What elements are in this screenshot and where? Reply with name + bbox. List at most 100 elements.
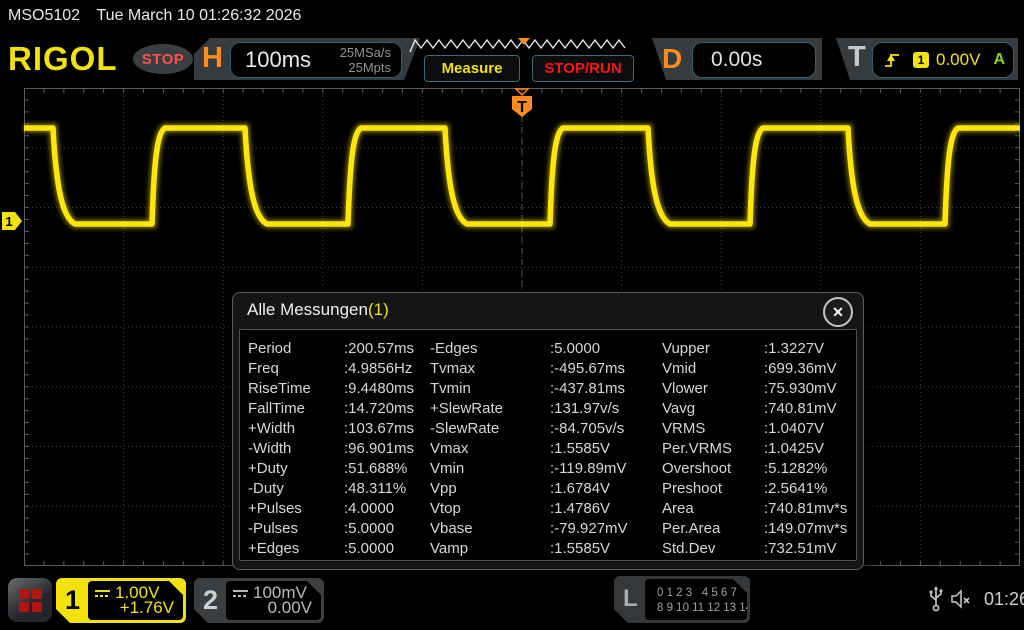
stop-run-button[interactable]: STOP/RUN [532,55,634,82]
trigger-source-badge: 1 [913,52,929,68]
measurement-name: Freq [248,359,344,379]
channel2-values: 100mV 0.00V [226,581,321,620]
timebase-value: 100ms [245,47,311,73]
measurement-row: +Duty:51.688% [248,459,430,479]
channel1-values: 1.00V +1.76V [88,581,183,620]
measurement-name: -Edges [430,339,550,359]
horizontal-label: H [202,42,223,75]
measurement-name: -SlewRate [430,419,550,439]
measurement-value: :732.51mV [764,539,837,559]
measurement-row: Overshoot:5.1282% [662,459,856,479]
measurement-value: :14.720ms [344,399,414,419]
usb-icon [928,586,944,612]
measurement-name: Vmid [662,359,764,379]
rising-edge-icon [883,51,901,69]
memory-position-bar[interactable] [408,37,632,54]
measurement-row: Std.Dev:732.51mV [662,539,856,559]
measurement-value: :5.0000 [344,519,394,539]
measurement-row: Vpp:1.6784V [430,479,662,499]
measurements-column-1: Period:200.57msFreq:4.9856HzRiseTime:9.4… [240,339,430,560]
measurement-name: Tvmin [430,379,550,399]
dc-coupling-icon [233,589,248,598]
measurement-row: RiseTime:9.4480ms [248,379,430,399]
logic-label: L [623,585,638,613]
measurement-name: -Duty [248,479,344,499]
measurement-value: :149.07mv*s [764,519,847,539]
measurement-name: Period [248,339,344,359]
measurement-value: :131.97v/s [550,399,619,419]
measurement-row: -Duty:48.311% [248,479,430,499]
measurement-value: :4.0000 [344,499,394,519]
measurement-value: :5.0000 [344,539,394,559]
measurement-name: Vavg [662,399,764,419]
measurement-row: +Pulses:4.0000 [248,499,430,519]
measurement-row: Preshoot:2.5641% [662,479,856,499]
measurement-value: :740.81mv*s [764,499,847,519]
measurement-value: :200.57ms [344,339,414,359]
svg-text:T: T [517,99,527,116]
measurement-value: :5.0000 [550,339,600,359]
measurement-value: :740.81mV [764,399,837,419]
measurement-value: :-79.927mV [550,519,628,539]
trigger-label: T [848,41,866,74]
channel2-offset: 0.00V [268,598,312,618]
speaker-muted-icon [950,589,976,609]
measurement-value: :9.4480ms [344,379,414,399]
channel2-status-block[interactable]: 2 100mV 0.00V [194,578,324,623]
timebase-box[interactable]: 100ms 25MSa/s 25Mpts [230,42,402,78]
measurement-value: :48.311% [344,479,406,499]
logic-row1: 0 1 2 3 4 5 6 7 [657,587,737,599]
quick-menu-button[interactable] [8,578,52,622]
dc-coupling-icon [95,589,110,598]
measurement-row: -SlewRate:-84.705v/s [430,419,662,439]
measurement-row: Vtop:1.4786V [430,499,662,519]
measurement-name: Vmin [430,459,550,479]
measurement-name: Overshoot [662,459,764,479]
measurement-value: :1.5585V [550,539,610,559]
measurement-name: Preshoot [662,479,764,499]
channel1-status-block[interactable]: 1 1.00V +1.76V [56,578,186,623]
measurement-name: Vmax [430,439,550,459]
measure-button[interactable]: Measure [424,55,520,82]
popup-title-text: Alle Messungen [247,300,368,319]
measurement-value: :-495.67ms [550,359,625,379]
measurement-row: Vavg:740.81mV [662,399,856,419]
close-icon[interactable]: ✕ [823,297,853,327]
trigger-position-marker[interactable]: T [512,89,532,117]
trigger-level: 0.00V [936,50,980,70]
logic-channels-block[interactable]: L 0 1 2 3 4 5 6 78 9 10 11 12 13 14 15 [614,576,750,623]
measurement-name: Vamp [430,539,550,559]
measurement-name: Per.Area [662,519,764,539]
measurement-row: Vbase:-79.927mV [430,519,662,539]
measurement-row: Vlower:75.930mV [662,379,856,399]
measurement-name: +Duty [248,459,344,479]
trigger-mode: A [993,51,1005,69]
measurement-name: Std.Dev [662,539,764,559]
measurement-value: :1.5585V [550,439,610,459]
memory-waveform-icon [410,40,625,52]
measurement-row: FallTime:14.720ms [248,399,430,419]
measurement-value: :51.688% [344,459,407,479]
measurement-value: :2.5641% [764,479,827,499]
delay-label: D [662,43,682,75]
channel2-number: 2 [194,578,227,623]
logic-row2: 8 9 10 11 12 13 14 15 [657,602,768,614]
measurement-value: :4.9856Hz [344,359,412,379]
delay-box[interactable]: 0.00s [692,42,816,78]
measurement-row: +Width:103.67ms [248,419,430,439]
trigger-box[interactable]: 1 0.00V A [872,42,1014,78]
svg-text:1: 1 [5,214,12,229]
measurement-row: Area:740.81mv*s [662,499,856,519]
run-state-badge[interactable]: STOP [133,44,193,74]
measurement-value: :-437.81ms [550,379,625,399]
measurement-name: Vlower [662,379,764,399]
measurement-row: Freq:4.9856Hz [248,359,430,379]
sample-rate-memory: 25MSa/s 25Mpts [340,45,391,75]
channel1-level-marker[interactable]: 1 [2,212,22,230]
measurement-value: :96.901ms [344,439,414,459]
measurement-row: +SlewRate:131.97v/s [430,399,662,419]
model-name: MSO5102 [8,7,80,24]
measurement-name: -Width [248,439,344,459]
grid-menu-icon [19,589,42,612]
measurement-row: VRMS:1.0407V [662,419,856,439]
